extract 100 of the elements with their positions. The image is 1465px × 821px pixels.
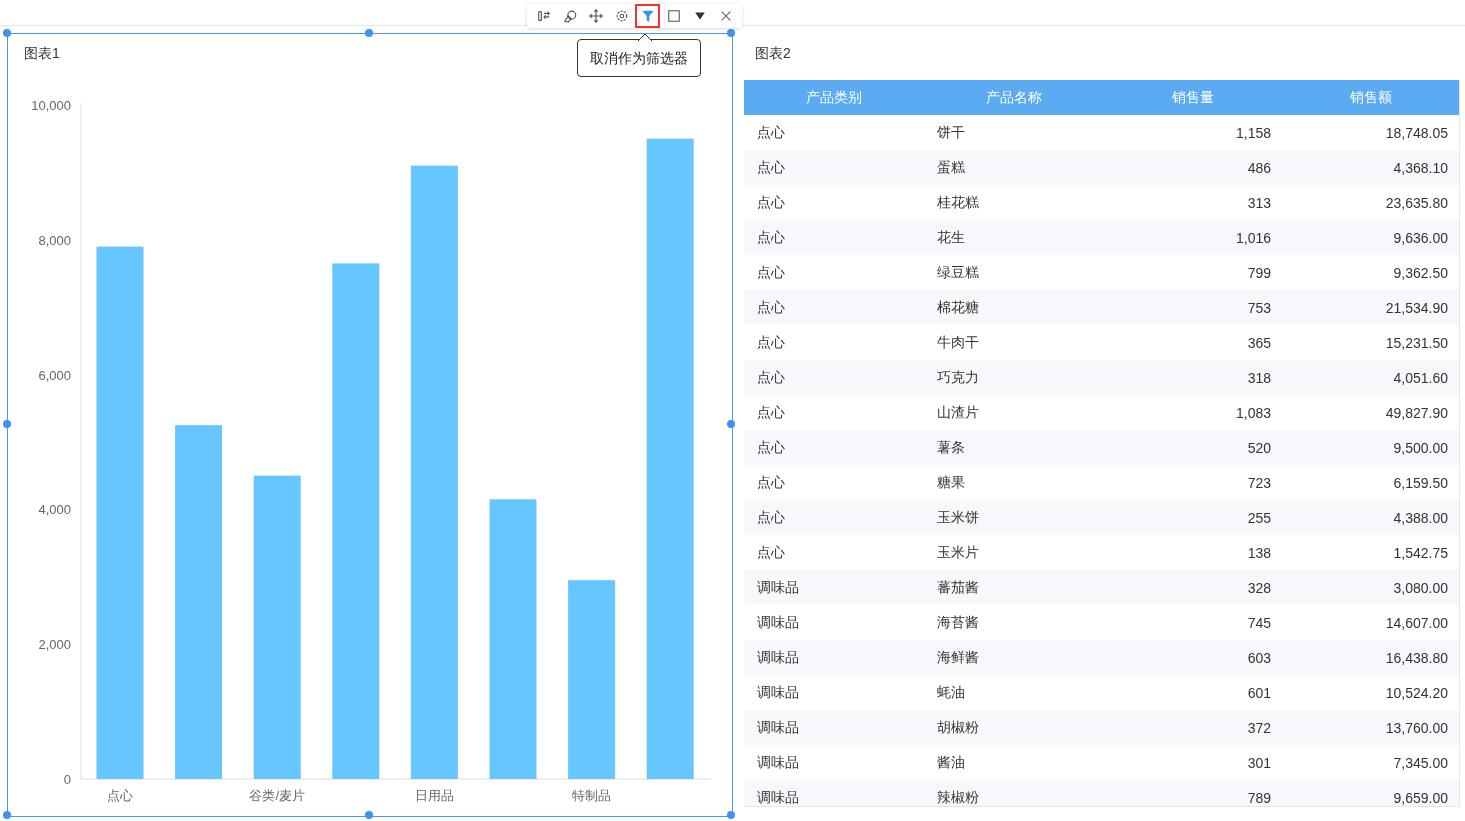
column-header[interactable]: 产品名称 bbox=[924, 88, 1104, 107]
table-cell-text: 点心 bbox=[756, 543, 786, 562]
table-cell-text: 蛋糕 bbox=[936, 158, 966, 177]
table-cell-text: 603 bbox=[1246, 649, 1272, 666]
table-cell-text: 14,607.00 bbox=[1384, 614, 1449, 631]
table-cell-text: 365 bbox=[1246, 334, 1272, 351]
table-cell-text: 21,534.90 bbox=[1384, 299, 1449, 316]
y-tick-label: 6,000 bbox=[38, 367, 71, 383]
y-tick-label: 8,000 bbox=[38, 232, 71, 248]
table-cell-text: 点心 bbox=[756, 228, 786, 247]
table-cell-text: 饼干 bbox=[936, 123, 966, 142]
column-header[interactable]: 销售额 bbox=[1282, 88, 1459, 107]
table-cell-text: 点心 bbox=[756, 158, 786, 177]
table-cell-text: 点心 bbox=[756, 403, 786, 422]
table-cell-text: 7,345.00 bbox=[1392, 754, 1449, 771]
table-cell-text: 9,500.00 bbox=[1392, 439, 1449, 456]
table-cell-text: 点心 bbox=[756, 473, 786, 492]
resize-handle[interactable] bbox=[727, 420, 735, 428]
tooltip: 取消作为筛选器 bbox=[577, 39, 701, 77]
x-tick-label: 谷类/麦片 bbox=[249, 788, 305, 803]
table-cell-text: 255 bbox=[1246, 509, 1272, 526]
table-cell-text: 23,635.80 bbox=[1384, 194, 1449, 211]
resize-handle[interactable] bbox=[3, 420, 11, 428]
table-cell-text: 桂花糕 bbox=[936, 193, 980, 212]
resize-handle[interactable] bbox=[3, 811, 11, 819]
table-cell-text: 16,438.80 bbox=[1384, 649, 1449, 666]
table-cell-text: 调味品 bbox=[756, 578, 800, 597]
table-cell-text: 点心 bbox=[756, 508, 786, 527]
resize-handle[interactable] bbox=[365, 29, 373, 37]
table-cell-text: 49,827.90 bbox=[1384, 404, 1449, 421]
table-cell-text: 4,051.60 bbox=[1392, 369, 1449, 386]
table-cell-text: 745 bbox=[1246, 614, 1272, 631]
table-cell-text: 15,231.50 bbox=[1384, 334, 1449, 351]
table-cell-text: 486 bbox=[1246, 159, 1272, 176]
table-cell-text: 调味品 bbox=[756, 788, 800, 806]
table-cell-text: 1,083 bbox=[1234, 404, 1272, 421]
table-cell-text: 薯条 bbox=[936, 438, 966, 457]
table-cell-text: 酱油 bbox=[936, 753, 966, 772]
table-cell-text: 13,760.00 bbox=[1384, 719, 1449, 736]
table-cell-text: 372 bbox=[1246, 719, 1272, 736]
table-cell-text: 4,388.00 bbox=[1392, 509, 1449, 526]
table-cell-text: 10,524.20 bbox=[1384, 684, 1449, 701]
table-cell-text: 辣椒粉 bbox=[936, 788, 980, 806]
filter-icon bbox=[640, 9, 655, 23]
resize-handle[interactable] bbox=[365, 811, 373, 819]
resize-handle[interactable] bbox=[3, 29, 11, 37]
table-cell-text: 18,748.05 bbox=[1384, 124, 1449, 141]
x-tick-label: 点心 bbox=[107, 788, 133, 803]
column-header[interactable]: 销售量 bbox=[1104, 88, 1282, 107]
table-cell-text: 蕃茄酱 bbox=[936, 578, 980, 597]
table-cell-text: 花生 bbox=[936, 228, 966, 247]
table-title: 图表2 bbox=[754, 45, 791, 63]
y-tick-label: 2,000 bbox=[38, 637, 71, 653]
hand-circle-icon bbox=[562, 9, 577, 23]
table-cell-text: 调味品 bbox=[756, 613, 800, 632]
move-icon bbox=[588, 9, 603, 23]
table-cell-text: 9,659.00 bbox=[1392, 789, 1449, 806]
table-cell-text: 点心 bbox=[756, 193, 786, 212]
table-cell-text: 糖果 bbox=[936, 473, 966, 492]
table-cell-text: 520 bbox=[1246, 439, 1272, 456]
table-cell-text: 3,080.00 bbox=[1392, 579, 1449, 596]
table-cell-text: 蚝油 bbox=[936, 683, 966, 702]
table-cell-text: 601 bbox=[1246, 684, 1272, 701]
table-cell-text: 点心 bbox=[756, 298, 786, 317]
table-cell-text: 313 bbox=[1246, 194, 1272, 211]
table-cell-text: 绿豆糕 bbox=[936, 263, 980, 282]
table-cell-text: 753 bbox=[1246, 299, 1272, 316]
chart-title: 图表1 bbox=[23, 44, 60, 63]
table-cell-text: 1,016 bbox=[1234, 229, 1272, 246]
table-cell-text: 1,542.75 bbox=[1392, 544, 1449, 561]
table-cell-text: 789 bbox=[1246, 789, 1272, 806]
table-cell-text: 1,158 bbox=[1234, 124, 1272, 141]
table-cell-text: 调味品 bbox=[756, 683, 800, 702]
table-cell-text: 牛肉干 bbox=[936, 333, 980, 352]
y-tick-label: 10,000 bbox=[31, 98, 71, 113]
table-cell-text: 4,368.10 bbox=[1392, 159, 1449, 176]
table-cell-text: 301 bbox=[1246, 754, 1272, 771]
table-cell-text: 海苔酱 bbox=[936, 613, 980, 632]
resize-handle[interactable] bbox=[727, 811, 735, 819]
table-cell-text: 723 bbox=[1246, 474, 1272, 491]
table-cell-text: 玉米饼 bbox=[936, 508, 980, 527]
table-cell-text: 点心 bbox=[756, 333, 786, 352]
table-cell-text: 胡椒粉 bbox=[936, 718, 980, 737]
table-cell-text: 6,159.50 bbox=[1392, 474, 1449, 491]
table-cell-text: 点心 bbox=[756, 263, 786, 282]
resize-handle[interactable] bbox=[727, 29, 735, 37]
square-icon bbox=[666, 9, 681, 23]
y-tick-label: 4,000 bbox=[38, 502, 71, 518]
column-header[interactable]: 产品类别 bbox=[744, 88, 924, 107]
table-cell-text: 玉米片 bbox=[936, 543, 980, 562]
table-cell-text: 山渣片 bbox=[936, 403, 980, 422]
table-cell-text: 9,362.50 bbox=[1392, 264, 1449, 281]
table-cell-text: 棉花糖 bbox=[936, 298, 980, 317]
table-cell-text: 海鲜酱 bbox=[936, 648, 980, 667]
table-cell-text: 巧克力 bbox=[936, 368, 980, 387]
table-cell-text: 调味品 bbox=[756, 718, 800, 737]
x-tick-label: 特制品 bbox=[572, 788, 612, 803]
settings-icon bbox=[614, 9, 629, 23]
table-cell-text: 点心 bbox=[756, 438, 786, 457]
x-tick-label: 日用品 bbox=[414, 788, 454, 803]
